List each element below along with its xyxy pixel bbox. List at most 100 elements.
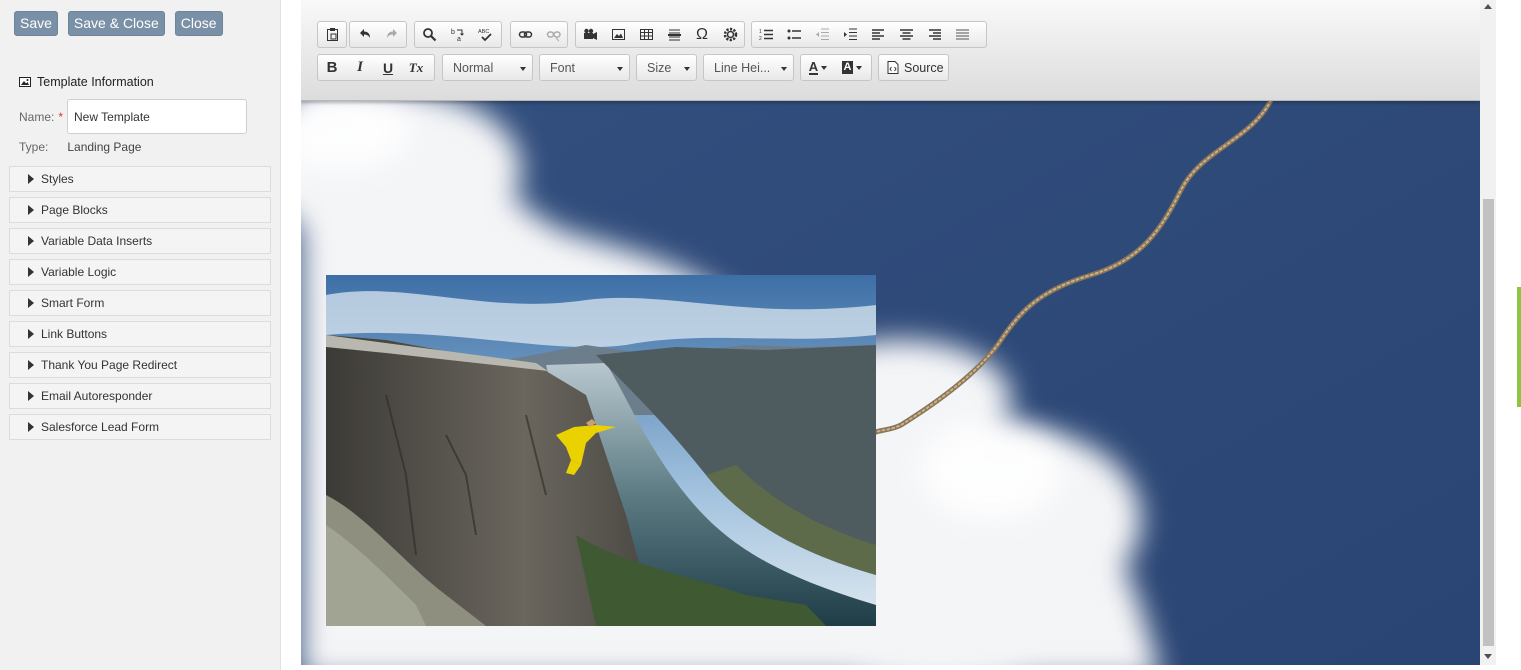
expand-arrow-icon [28,267,34,277]
fjord-cliff-photo[interactable] [326,275,876,626]
accordion-variable-logic[interactable]: Variable Logic [9,259,271,285]
accordion-styles[interactable]: Styles [9,166,271,192]
svg-text:ABC: ABC [478,29,489,35]
accordion-email-autoresponder[interactable]: Email Autoresponder [9,383,271,409]
accordion-salesforce-lead-form[interactable]: Salesforce Lead Form [9,414,271,440]
bold-button[interactable]: B [318,55,346,80]
scrollbar-thumb[interactable] [1483,199,1494,646]
bg-color-button[interactable]: A [835,55,869,80]
source-button[interactable]: Source [878,54,949,81]
paste-icon[interactable] [318,22,346,47]
find-icon[interactable] [415,22,443,47]
bullet-list-icon[interactable] [780,22,808,47]
expand-arrow-icon [28,422,34,432]
expand-arrow-icon [28,360,34,370]
size-select[interactable]: Size [636,54,697,81]
accordion-link-buttons[interactable]: Link Buttons [9,321,271,347]
expand-arrow-icon [28,174,34,184]
undo-icon[interactable] [350,22,378,47]
link-icon[interactable] [511,22,539,47]
align-left-icon[interactable] [864,22,892,47]
line-height-select-label: Line Hei... [714,60,771,75]
type-value: Landing Page [67,140,142,154]
expand-arrow-icon [28,298,34,308]
editor-canvas[interactable]: ba ABC Ω 12 B I U Tx Normal Font Size Li… [301,0,1480,665]
insert-group: Ω [575,21,745,48]
dropdown-arrow-icon [520,67,526,71]
link-group [510,21,568,48]
text-color-icon: A [808,59,819,75]
accordion-label: Email Autoresponder [41,389,153,403]
font-select[interactable]: Font [539,54,630,81]
search-group: ba ABC [414,21,502,48]
accordion-label: Styles [41,172,74,186]
video-icon[interactable] [576,22,604,47]
special-char-icon[interactable]: Ω [688,22,716,47]
format-select-label: Normal [453,60,494,75]
numbered-list-icon[interactable]: 12 [752,22,780,47]
outdent-icon[interactable] [808,22,836,47]
text-color-button[interactable]: A [801,55,835,80]
remove-format-button[interactable]: Tx [402,55,430,80]
template-info-heading: Template Information [19,75,154,89]
spellcheck-icon[interactable]: ABC [471,22,499,47]
history-group [349,21,407,48]
accordion-label: Variable Data Inserts [41,234,153,248]
action-buttons: Save Save & Close Close [14,11,223,36]
unlink-icon[interactable] [539,22,567,47]
svg-text:b: b [451,29,455,36]
source-icon [887,61,899,74]
type-field-row: Type: Landing Page [19,140,141,154]
dropdown-arrow-icon [684,67,690,71]
underline-button[interactable]: U [374,55,402,80]
name-field-row: Name: * [19,99,248,134]
size-select-label: Size [647,60,672,75]
image-icon[interactable] [604,22,632,47]
template-info-title: Template Information [37,75,154,89]
horizontal-rule-icon[interactable] [660,22,688,47]
indent-icon[interactable] [836,22,864,47]
scroll-up-arrow-icon[interactable] [1484,4,1492,9]
align-center-icon[interactable] [892,22,920,47]
align-right-icon[interactable] [920,22,948,47]
dropdown-arrow-icon [821,65,828,70]
accordion-label: Variable Logic [41,265,117,279]
accordion-label: Link Buttons [41,327,108,341]
line-height-select[interactable]: Line Hei... [703,54,794,81]
type-label: Type: [19,140,49,154]
template-name-input[interactable] [67,99,248,134]
photo-image [326,275,876,626]
basic-style-group: B I U Tx [317,54,435,81]
paragraph-group: 12 [751,21,987,48]
accordion-label: Salesforce Lead Form [41,420,160,434]
name-label: Name: [19,109,55,124]
side-tab-handle[interactable] [1517,287,1521,407]
image-icon [19,77,31,87]
vertical-scrollbar[interactable] [1480,0,1496,665]
accordion-smart-form[interactable]: Smart Form [9,290,271,316]
justify-icon[interactable] [948,22,976,47]
accordion-variable-data-inserts[interactable]: Variable Data Inserts [9,228,271,254]
italic-button[interactable]: I [346,55,374,80]
redo-icon[interactable] [378,22,406,47]
svg-text:a: a [457,36,461,42]
scroll-down-arrow-icon[interactable] [1484,654,1492,659]
accordion-label: Page Blocks [41,203,108,217]
accordion-thank-you-redirect[interactable]: Thank You Page Redirect [9,352,271,378]
format-select[interactable]: Normal [442,54,533,81]
expand-arrow-icon [28,329,34,339]
dropdown-arrow-icon [781,67,787,71]
replace-icon[interactable]: ba [443,22,471,47]
clipboard-group [317,21,347,48]
settings-icon[interactable] [716,22,744,47]
close-button[interactable]: Close [174,11,223,36]
save-close-button[interactable]: Save & Close [67,11,165,36]
table-icon[interactable] [632,22,660,47]
accordion-page-blocks[interactable]: Page Blocks [9,197,271,223]
svg-text:1: 1 [759,29,762,35]
accordion-label: Thank You Page Redirect [41,358,178,372]
editor-toolbar: ba ABC Ω 12 B I U Tx Normal Font Size Li… [301,0,1480,101]
svg-text:2: 2 [759,36,762,42]
accordion-label: Smart Form [41,296,105,310]
save-button[interactable]: Save [14,11,58,36]
